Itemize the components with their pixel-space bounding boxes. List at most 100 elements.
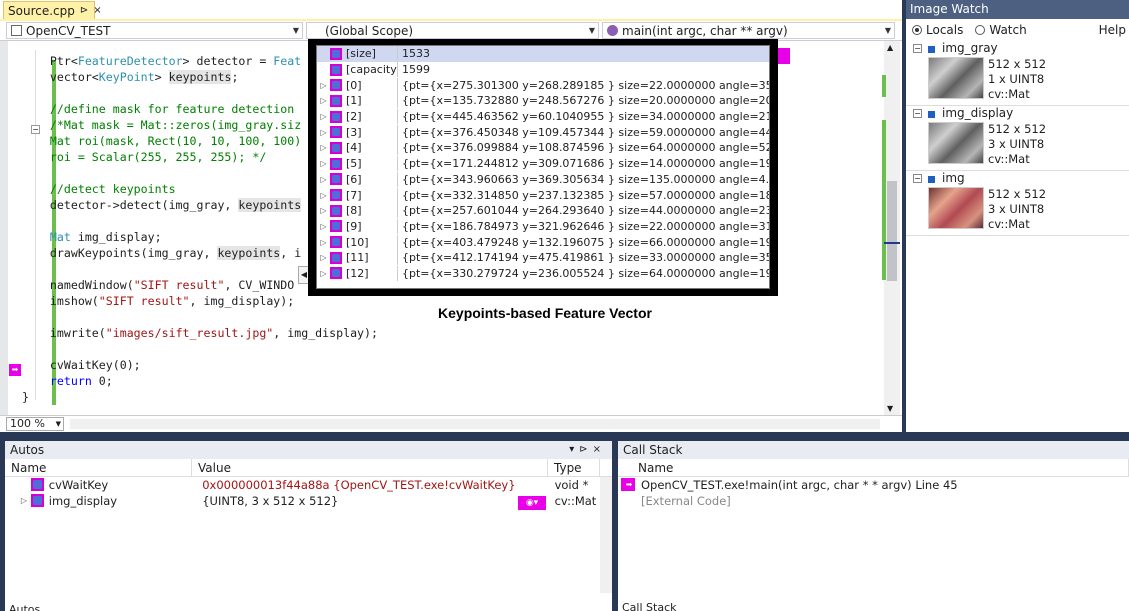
zoom-combo[interactable]: 100 % ▼ [6,417,64,431]
change-marker [882,75,886,97]
watch-radio[interactable]: Watch [975,23,1027,37]
scrollbar-thumb[interactable] [887,181,897,281]
tab-call-stack[interactable]: Call Stack [618,601,681,611]
autos-row-name: cvWaitKey [48,478,109,492]
column-header-value[interactable]: Value [192,459,548,476]
datatip-row[interactable]: ▷ [8] {pt={x=257.601044 y=264.293640 } siz… [317,203,769,219]
datatip-pin-icon[interactable] [778,48,790,64]
editor-horizontal-scrollbar[interactable] [70,419,880,429]
expand-icon[interactable]: ▷ [317,235,328,250]
datatip-list[interactable]: [size] 1533 [capacity] 1599 ▷ [0] {pt={x=275.3… [316,45,770,289]
table-row[interactable]: ➡ OpenCV_TEST.exe!main(int argc, char * *… [618,477,1129,493]
autos-scrollbar[interactable] [600,477,612,593]
function-icon [607,25,618,36]
code-line: cvWaitKey(0); [22,357,892,373]
scope-combo[interactable]: (Global Scope) ▼ [306,22,599,39]
image-thumbnail[interactable] [928,57,984,99]
function-combo[interactable]: main(int argc, char ** argv) ▼ [602,22,895,39]
expand-icon[interactable]: ▷ [317,219,328,234]
code-token: keypoints [238,198,302,212]
datatip-row[interactable]: ▷ [7] {pt={x=332.314850 y=237.132385 } siz… [317,187,769,203]
tab-locals[interactable]: Locals [44,603,86,611]
datatip-row[interactable]: ▷ [2] {pt={x=445.463562 y=60.1040955 } siz… [317,109,769,125]
datatip-row[interactable]: ▷ [5] {pt={x=171.244812 y=309.071686 } siz… [317,156,769,172]
image-watch-item[interactable]: − img_display 512 x 512 3 x UINT8 cv::Mat [906,106,1129,171]
image-thumbnail[interactable] [928,187,984,229]
expand-icon[interactable] [17,477,29,493]
code-token: //define mask for feature detection [49,102,295,116]
datatip-row-name: [2] [346,110,362,124]
expand-icon[interactable]: ▷ [317,78,328,93]
image-info-line: 3 x UINT8 [988,137,1045,151]
datatip-row[interactable]: ▷ [11] {pt={x=412.174194 y=475.419861 } si… [317,250,769,266]
expand-icon[interactable]: ▷ [317,266,328,281]
tab-breakpoints[interactable]: Breakpoints [680,601,754,611]
field-icon [330,141,342,154]
expand-icon[interactable]: ▷ [317,203,328,218]
locals-label: Locals [926,23,964,37]
datatip-row-value: 1599 [397,62,769,78]
datatip-row-name: [capacity] [346,63,397,77]
field-icon [330,189,342,202]
panel-tools[interactable]: ▾⊳× [569,441,606,459]
datatip-row[interactable]: ▷ [0] {pt={x=275.301300 y=268.289185 } siz… [317,77,769,93]
expand-icon[interactable]: ▷ [317,156,328,171]
tab-autos[interactable]: Autos [5,603,45,611]
datatip-row[interactable]: [capacity] 1599 [317,62,769,78]
magnifier-icon[interactable]: ◉▾ [518,496,546,510]
expand-icon[interactable]: ▷ [317,93,328,108]
datatip-row[interactable]: ▷ [4] {pt={x=376.099884 y=108.874596 } siz… [317,140,769,156]
locals-radio[interactable]: Locals [912,23,963,37]
datatip-row[interactable]: ▷ [6] {pt={x=343.960663 y=369.305634 } siz… [317,171,769,188]
call-stack-tab-strip: Call Stack Breakpoints Command Window Immed… [618,601,1026,611]
code-token: imwrite( [49,326,106,340]
tab-watch-1[interactable]: Watch 1 [87,603,140,611]
tab-output[interactable]: Output [980,601,1026,611]
field-icon [330,110,342,123]
image-watch-item[interactable]: − img 512 x 512 3 x UINT8 cv::Mat [906,171,1129,236]
expand-icon[interactable]: ▷ [317,250,328,265]
expand-icon[interactable]: ▷ [17,493,29,509]
editor-vertical-scrollbar[interactable]: ▲ ▼ [884,41,900,415]
collapse-icon[interactable]: − [913,109,922,118]
pin-icon[interactable]: ⊳ [80,5,88,16]
image-thumbnail[interactable] [928,122,984,164]
datatip-row[interactable]: ▷ [12] {pt={x=330.279724 y=236.005524 } si… [317,265,769,282]
expand-icon[interactable]: ▷ [317,109,328,124]
column-header-type[interactable]: Type [548,459,600,476]
column-header-name[interactable]: Name [5,459,192,476]
collapse-icon[interactable]: − [913,44,922,53]
expand-icon[interactable]: ▷ [317,172,328,187]
project-combo[interactable]: OpenCV_TEST ▼ [6,22,303,39]
help-link[interactable]: Help [1099,23,1126,37]
image-watch-item[interactable]: − img_gray 512 x 512 1 x UINT8 cv::Mat [906,41,1129,106]
expand-icon[interactable]: ▷ [317,140,328,155]
column-header-name[interactable]: Name [618,459,1129,476]
code-line: } [22,389,892,405]
datatip-row[interactable]: [size] 1533 [317,46,769,62]
datatip-row[interactable]: ▷ [3] {pt={x=376.450348 y=109.457344 } siz… [317,124,769,140]
current-frame-arrow-icon [621,494,635,507]
variable-icon [928,176,935,183]
close-icon[interactable]: × [93,5,101,16]
code-line: imwrite("images/sift_result.jpg", img_di… [22,325,892,341]
table-row[interactable]: cvWaitKey 0x000000013f44a88a {OpenCV_TEST… [5,477,612,493]
image-info-line: 512 x 512 [988,122,1047,136]
expand-icon[interactable]: ▷ [317,125,328,140]
datatip-row[interactable]: ▷ [1] {pt={x=135.732880 y=248.567276 } siz… [317,93,769,109]
navigation-bar: OpenCV_TEST ▼ (Global Scope) ▼ main(int … [0,21,902,41]
datatip-row[interactable]: ▷ [10] {pt={x=403.479248 y=132.196075 } si… [317,234,769,250]
code-token: //detect keypoints [49,182,176,196]
document-tab[interactable]: Source.cpp ⊳ × [3,1,102,20]
scroll-down-icon[interactable]: ▼ [887,404,893,413]
datatip-row[interactable]: ▷ [9] {pt={x=186.784973 y=321.962646 } siz… [317,218,769,235]
tab-immediate-window[interactable]: Immediate Window [865,601,979,611]
scroll-up-icon[interactable]: ▲ [887,43,893,52]
tab-command-window[interactable]: Command Window [754,601,865,611]
collapse-icon[interactable]: − [913,174,922,183]
expand-icon[interactable]: ▷ [317,188,328,203]
field-icon [330,126,342,139]
table-row[interactable]: [External Code] [618,493,1129,509]
